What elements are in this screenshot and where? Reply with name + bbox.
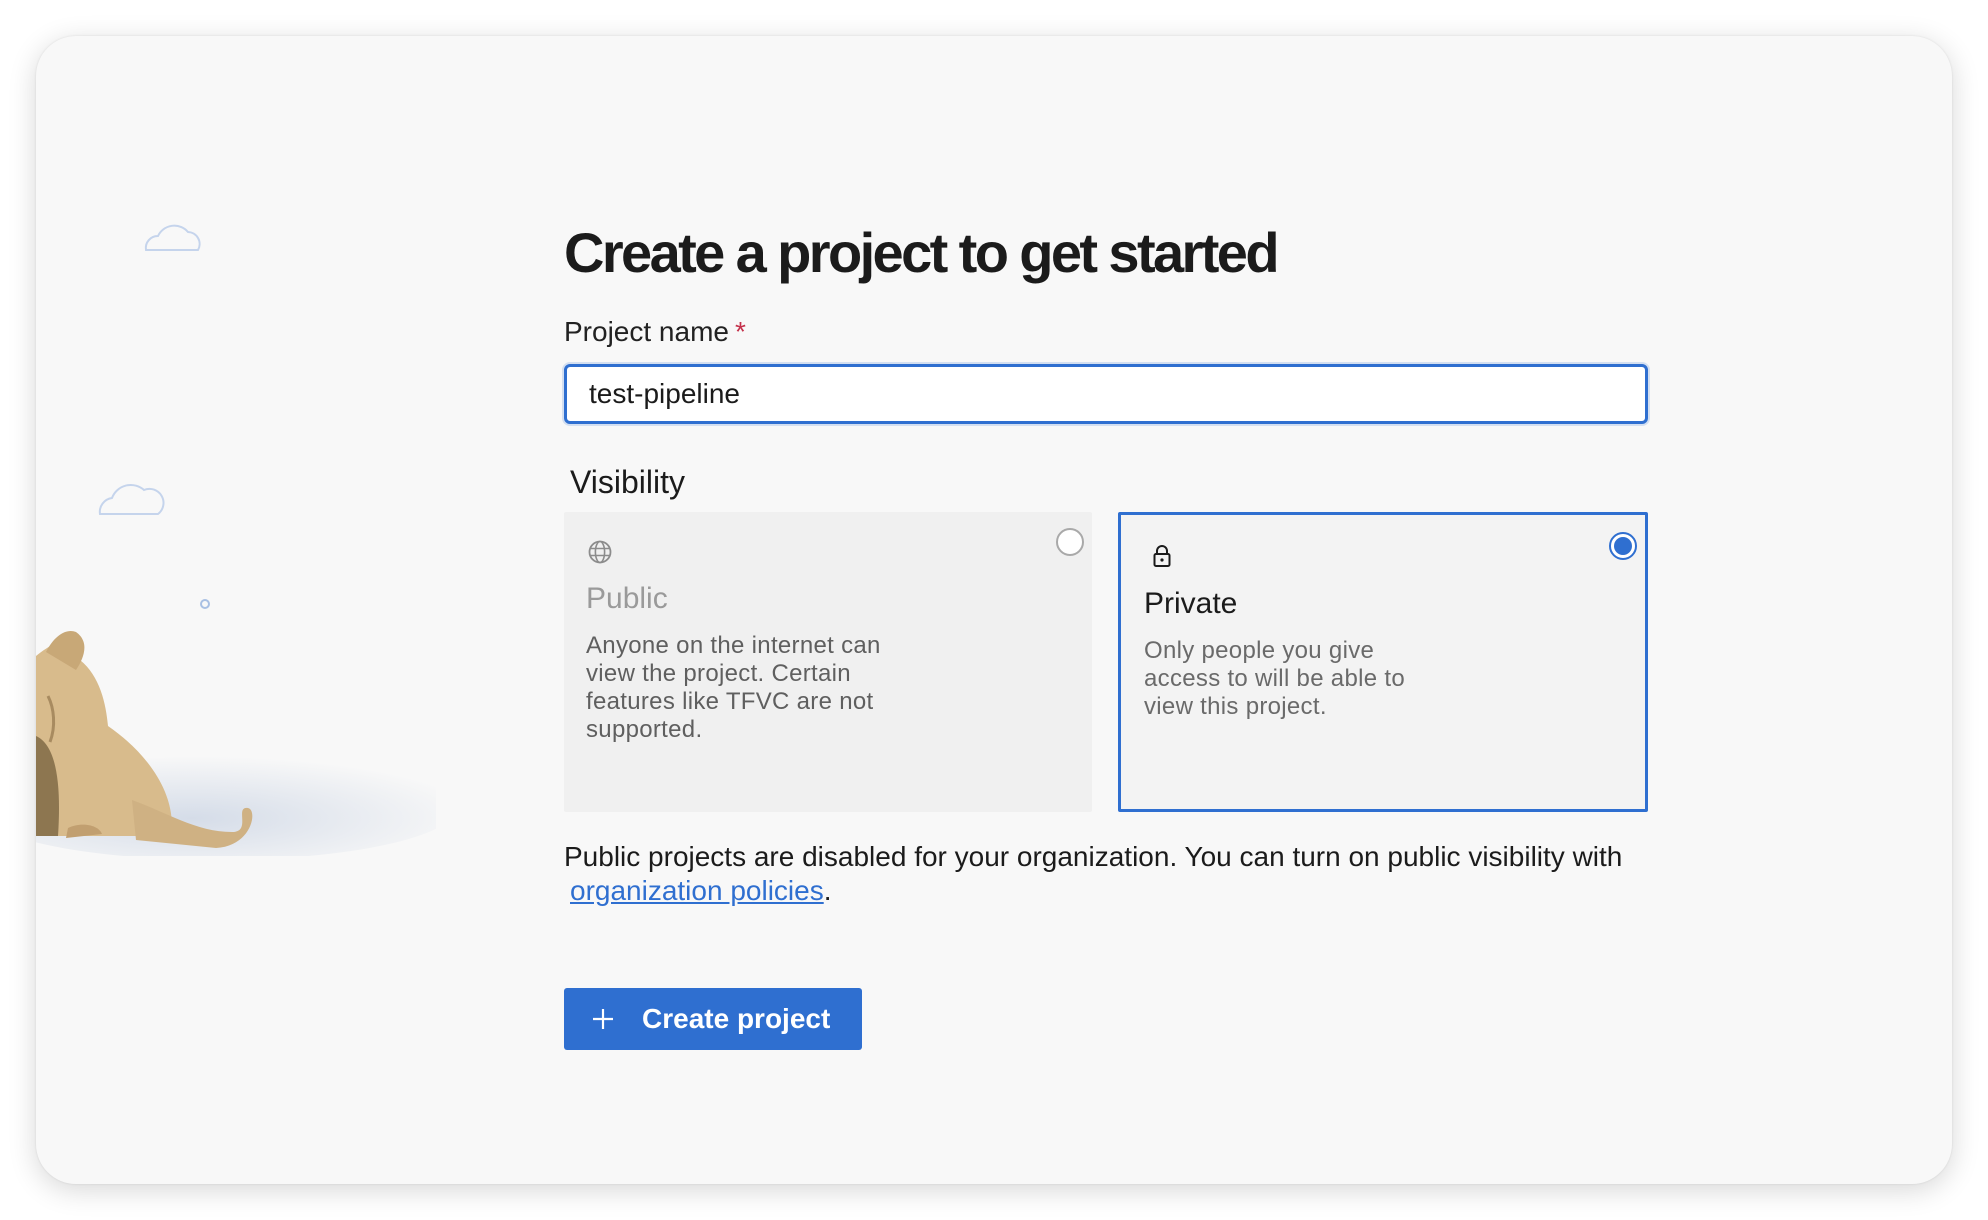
create-project-label: Create project xyxy=(642,1003,831,1034)
visibility-option-private[interactable]: Private Only people you give access to w… xyxy=(1118,512,1648,812)
project-name-label: Project name * xyxy=(564,316,746,348)
dog-illustration xyxy=(36,224,436,856)
radio-selected-dot xyxy=(1614,537,1632,555)
visibility-heading: Visibility xyxy=(570,464,685,500)
notice-text: Public projects are disabled for your or… xyxy=(564,841,1623,872)
notice-trailing: . xyxy=(823,875,832,906)
public-disabled-notice: Public projects are disabled for your or… xyxy=(564,840,1684,908)
create-project-button[interactable]: Create project xyxy=(564,988,862,1050)
private-title: Private xyxy=(1144,587,1238,620)
plus-icon xyxy=(593,1009,613,1029)
public-radio[interactable] xyxy=(1056,528,1084,556)
public-title: Public xyxy=(586,582,668,615)
dot-decoration xyxy=(200,599,210,609)
cloud-icon xyxy=(144,224,201,251)
required-marker: * xyxy=(734,316,746,347)
globe-icon xyxy=(588,540,612,564)
organization-policies-link[interactable]: organization policies xyxy=(570,875,824,906)
visibility-option-public: Public Anyone on the internet can view t… xyxy=(564,512,1092,812)
lock-icon xyxy=(1153,545,1171,567)
app-window: Create a project to get started Project … xyxy=(36,36,1952,1184)
project-name-label-text: Project name xyxy=(564,316,729,347)
public-description: Anyone on the internet can view the proj… xyxy=(586,632,881,743)
private-description: Only people you give access to will be a… xyxy=(1144,637,1405,720)
private-radio[interactable] xyxy=(1609,532,1637,560)
project-name-input[interactable] xyxy=(564,364,1648,424)
cloud-icon xyxy=(98,483,165,515)
page-title: Create a project to get started xyxy=(564,221,1280,284)
